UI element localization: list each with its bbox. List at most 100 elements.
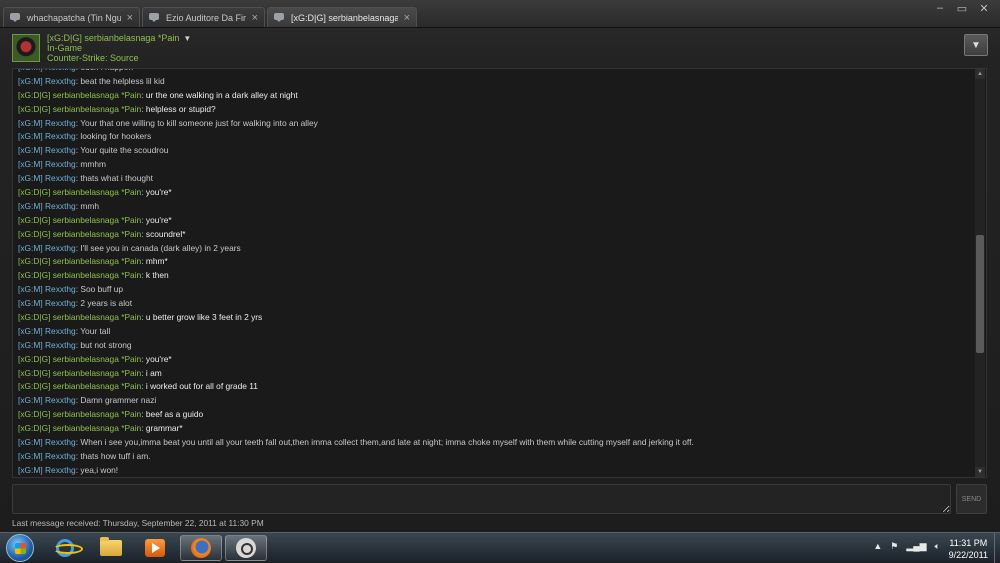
- friend-name-text: [xG:D|G] serbianbelasnaga *Pain: [47, 33, 180, 43]
- chat-message: [xG:D|G] serbianbelasnaga *Pain: beef as…: [18, 409, 204, 420]
- friend-name[interactable]: [xG:D|G] serbianbelasnaga *Pain ▼: [47, 33, 191, 43]
- message-sender[interactable]: [xG:M] Rexxthg: [18, 145, 76, 155]
- message-sender[interactable]: [xG:M] Rexxthg: [18, 76, 76, 86]
- message-sender[interactable]: [xG:D|G] serbianbelasnaga *Pain: [18, 229, 141, 239]
- chat-message: [xG:D|G] serbianbelasnaga *Pain: you're*: [18, 353, 172, 364]
- message-text: I'll see you in canada (dark alley) in 2…: [80, 242, 241, 253]
- chat-message: [xG:M] Rexxthg: thats what i thought: [18, 173, 154, 184]
- message-sender[interactable]: [xG:M] Rexxthg: [18, 298, 76, 308]
- caret-down-icon[interactable]: ▼: [183, 34, 191, 43]
- message-text: you're*: [145, 353, 172, 364]
- chat-bubble-icon: [10, 12, 22, 23]
- chat-message: [xG:M] Rexxthg: mmh: [18, 200, 99, 211]
- message-sender[interactable]: [xG:D|G] serbianbelasnaga *Pain: [18, 312, 141, 322]
- tab-bar: whachapatcha (Tin Nguyen) × Ezio Auditor…: [0, 0, 1000, 28]
- internet-explorer-icon[interactable]: [44, 535, 86, 561]
- friend-header: [xG:D|G] serbianbelasnaga *Pain ▼ In-Game…: [0, 28, 1000, 68]
- friend-game: Counter-Strike: Source: [47, 53, 139, 63]
- avatar[interactable]: [12, 34, 40, 62]
- scroll-down-arrow-icon[interactable]: ▼: [975, 467, 985, 477]
- firefox-icon[interactable]: [180, 535, 222, 561]
- message-sender[interactable]: [xG:M] Rexxthg: [18, 69, 76, 72]
- message-sender[interactable]: [xG:M] Rexxthg: [18, 451, 76, 461]
- close-icon[interactable]: ×: [127, 12, 133, 23]
- message-sender[interactable]: [xG:M] Rexxthg: [18, 340, 76, 350]
- steam-icon[interactable]: [225, 535, 267, 561]
- message-sender[interactable]: [xG:D|G] serbianbelasnaga *Pain: [18, 368, 141, 378]
- chat-message: [xG:D|G] serbianbelasnaga *Pain: you're*: [18, 214, 172, 225]
- chat-menu-button[interactable]: ▼: [964, 34, 988, 56]
- chat-message: [xG:M] Rexxthg: Soo buff up: [18, 284, 124, 295]
- chat-message: [xG:D|G] serbianbelasnaga *Pain: grammar…: [18, 423, 183, 434]
- close-button[interactable]: ✕: [976, 2, 992, 15]
- chat-message: [xG:D|G] serbianbelasnaga *Pain: i worke…: [18, 381, 258, 392]
- message-sender[interactable]: [xG:D|G] serbianbelasnaga *Pain: [18, 270, 141, 280]
- message-input[interactable]: [12, 484, 951, 514]
- message-text: you're*: [145, 214, 172, 225]
- message-sender[interactable]: [xG:D|G] serbianbelasnaga *Pain: [18, 187, 141, 197]
- message-sender[interactable]: [xG:D|G] serbianbelasnaga *Pain: [18, 104, 141, 114]
- start-button[interactable]: [6, 534, 34, 562]
- message-sender[interactable]: [xG:M] Rexxthg: [18, 395, 76, 405]
- message-sender[interactable]: [xG:M] Rexxthg: [18, 173, 76, 183]
- message-sender[interactable]: [xG:M] Rexxthg: [18, 131, 76, 141]
- message-sender[interactable]: [xG:M] Rexxthg: [18, 201, 76, 211]
- message-text: 2 years is alot: [80, 298, 133, 309]
- chat-message: [xG:M] Rexxthg: mmhm: [18, 159, 106, 170]
- chat-message: [xG:M] Rexxthg: 2 years is alot: [18, 298, 133, 309]
- send-button[interactable]: SEND: [956, 484, 987, 514]
- window-controls: – ▭ ✕: [932, 2, 992, 15]
- message-sender[interactable]: [xG:D|G] serbianbelasnaga *Pain: [18, 90, 141, 100]
- message-sender[interactable]: [xG:M] Rexxthg: [18, 326, 76, 336]
- maximize-button[interactable]: ▭: [954, 2, 970, 15]
- close-icon[interactable]: ×: [404, 12, 410, 23]
- message-text: but not strong: [80, 339, 132, 350]
- message-sender[interactable]: [xG:D|G] serbianbelasnaga *Pain: [18, 354, 141, 364]
- clock[interactable]: 11:31 PM 9/22/2011: [949, 537, 988, 561]
- message-sender[interactable]: [xG:M] Rexxthg: [18, 243, 76, 253]
- chat-message: [xG:D|G] serbianbelasnaga *Pain: k then: [18, 270, 169, 281]
- friend-status: In-Game: [47, 43, 83, 53]
- message-sender[interactable]: [xG:D|G] serbianbelasnaga *Pain: [18, 381, 141, 391]
- chat-message: [xG:M] Rexxthg: I'll see you in canada (…: [18, 242, 241, 253]
- chat-message: [xG:D|G] serbianbelasnaga *Pain: helples…: [18, 103, 216, 114]
- chat-message: [xG:D|G] serbianbelasnaga *Pain: u bette…: [18, 312, 263, 323]
- message-sender[interactable]: [xG:M] Rexxthg: [18, 159, 76, 169]
- media-player-icon[interactable]: [134, 535, 176, 561]
- message-sender[interactable]: [xG:D|G] serbianbelasnaga *Pain: [18, 215, 141, 225]
- chat-message: [xG:M] Rexxthg: but not strong: [18, 339, 132, 350]
- tab-ezio[interactable]: Ezio Auditore Da Firenze ×: [142, 7, 265, 27]
- message-text: thats what i thought: [80, 173, 154, 184]
- chat-message: [xG:M] Rexxthg: Your that one willing to…: [18, 117, 318, 128]
- chat-message: [xG:M] Rexxthg: yea,i won!: [18, 464, 119, 475]
- scroll-up-arrow-icon[interactable]: ▲: [975, 69, 985, 79]
- message-text: you're*: [145, 187, 172, 198]
- minimize-button[interactable]: –: [932, 2, 948, 15]
- folder-icon[interactable]: [90, 535, 132, 561]
- close-icon[interactable]: ×: [252, 12, 258, 23]
- chat-message: [xG:M] Rexxthg: beat the helpless lil ki…: [18, 75, 165, 86]
- tab-whachapatcha[interactable]: whachapatcha (Tin Nguyen) ×: [3, 7, 140, 27]
- message-sender[interactable]: [xG:D|G] serbianbelasnaga *Pain: [18, 409, 141, 419]
- network-icon[interactable]: ▂▄▆: [906, 541, 926, 552]
- message-sender[interactable]: [xG:M] Rexxthg: [18, 437, 76, 447]
- chat-message: [xG:D|G] serbianbelasnaga *Pain: you're*: [18, 187, 172, 198]
- scroll-thumb[interactable]: [976, 235, 984, 353]
- show-desktop-button[interactable]: [994, 533, 1000, 563]
- tab-serbianbelasnaga[interactable]: [xG:D|G] serbianbelasnaga *Pain ×: [267, 7, 417, 27]
- chat-log: [xG:M] Rexxthg: ouch i happen[xG:M] Rexx…: [12, 68, 987, 478]
- message-sender[interactable]: [xG:D|G] serbianbelasnaga *Pain: [18, 423, 141, 433]
- message-sender[interactable]: [xG:M] Rexxthg: [18, 465, 76, 475]
- flag-icon[interactable]: ⚑: [890, 541, 898, 552]
- volume-icon[interactable]: 🔈︎: [935, 541, 940, 552]
- windows-taskbar: ▲ ⚑ ▂▄▆ 🔈︎ 11:31 PM 9/22/2011: [0, 532, 1000, 563]
- last-message-status: Last message received: Thursday, Septemb…: [12, 518, 264, 528]
- show-hidden-icons-icon[interactable]: ▲: [873, 541, 882, 552]
- message-sender[interactable]: [xG:M] Rexxthg: [18, 284, 76, 294]
- chat-scrollbar[interactable]: ▲ ▼: [975, 69, 985, 477]
- message-sender[interactable]: [xG:D|G] serbianbelasnaga *Pain: [18, 256, 141, 266]
- message-sender[interactable]: [xG:M] Rexxthg: [18, 118, 76, 128]
- chat-message: [xG:M] Rexxthg: When i see you,imma beat…: [18, 437, 694, 448]
- clock-time: 11:31 PM: [949, 538, 988, 548]
- tab-label: [xG:D|G] serbianbelasnaga *Pain: [291, 12, 398, 23]
